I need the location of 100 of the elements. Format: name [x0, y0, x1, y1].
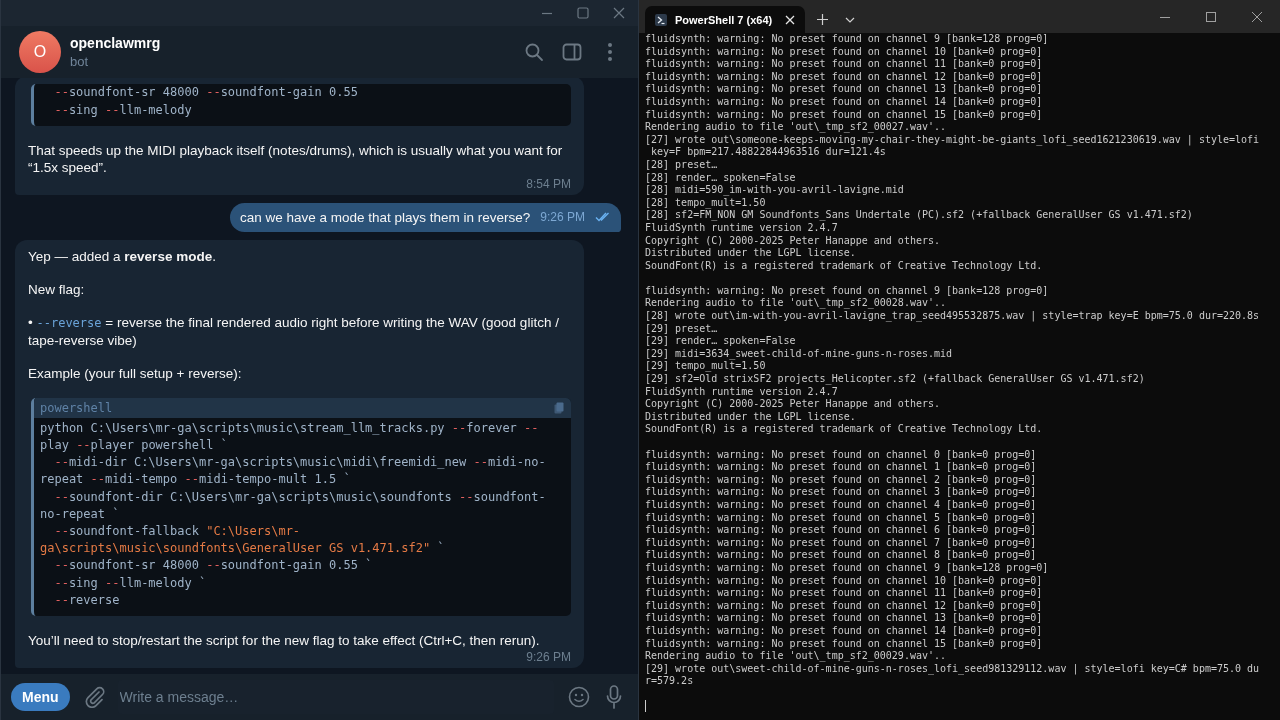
terminal-line: Copyright (C) 2000-2025 Peter Hanappe and others.	[645, 398, 941, 411]
code-language: powershell	[40, 400, 113, 415]
terminal-line: [28] render… spoken=False	[645, 171, 797, 185]
message-text: Yep — added a reverse mode.	[28, 247, 217, 265]
terminal-line: fluidsynth: warning: No preset found on channel 10 [bank=0 prog=0]	[645, 574, 1044, 588]
copy-icon	[554, 401, 564, 414]
terminal-line: [28] sf2=FM_NON GM Soundfonts_Sans Undertale (PC).sf2 (+fallback GeneralUser GS v1.471.sf2)	[645, 209, 1194, 222]
code-line: no-repeat `	[40, 505, 121, 523]
terminal-line: fluidsynth: warning: No preset found on channel 4 [bank=0 prog=0]	[645, 498, 1038, 512]
terminal-line: SoundFont(R) is a registered trademark of Creative Technology Ltd.	[645, 423, 1044, 436]
sidebar-icon	[562, 43, 582, 61]
code-line: --soundfont-sr 48000 --soundfont-gain 0.55	[53, 84, 359, 102]
message-input[interactable]: Write a message…	[119, 687, 548, 707]
chevron-down-icon	[845, 16, 855, 23]
terminal-line: Rendering audio to file 'out\_tmp_sf2_00029.wav'..	[645, 650, 948, 663]
message-time: 9:26 PM	[540, 210, 585, 225]
message-text: • --reverse = reverse the final rendered audio right before writing the WAV (good glitch / tape-reverse vibe)	[28, 313, 560, 349]
copy-button[interactable]	[553, 400, 565, 415]
terminal-line: fluidsynth: warning: No preset found on channel 5 [bank=0 prog=0]	[645, 511, 1038, 525]
terminal-line: FluidSynth runtime version 2.4.7	[645, 385, 839, 399]
code-line: --soundfont-sr 48000 --soundfont-gain 0.55 `	[53, 557, 374, 575]
terminal-line: fluidsynth: warning: No preset found on channel 11 [bank=0 prog=0]	[645, 58, 1044, 71]
attach-button[interactable]	[83, 685, 106, 709]
terminal-line: Copyright (C) 2000-2025 Peter Hanappe and others.	[645, 234, 941, 248]
terminal-line: [29] wrote out\sweet-child-of-mine-guns-n-roses_lofi_seed981329112.wav | style=lofi key=C# bpm=75.0 du	[645, 662, 1261, 676]
terminal-line: fluidsynth: warning: No preset found on channel 12 [bank=0 prog=0]	[645, 599, 1044, 613]
code-line: --sing --llm-melody `	[53, 574, 208, 592]
terminal-line: fluidsynth: warning: No preset found on channel 6 [bank=0 prog=0]	[645, 524, 1038, 537]
terminal-line: [28] midi=590_im-with-you-avril-lavigne.mid	[645, 184, 905, 197]
terminal-line: [28] preset…	[645, 158, 719, 172]
menu-button[interactable]: Menu	[11, 683, 70, 711]
plus-icon	[816, 14, 828, 25]
terminal-line: [27] wrote out\someone-keeps-moving-my-chair-they-might-be-giants_lofi_seed1621230619.wav | style=lofi	[645, 133, 1261, 147]
terminal-line: [29] tempo_mult=1.50	[645, 360, 767, 374]
message-time: 9:26 PM	[526, 650, 571, 664]
microphone-icon	[606, 685, 622, 709]
terminal-line: [29] render… spoken=False	[645, 335, 797, 348]
close-icon	[785, 14, 795, 25]
powershell-icon	[655, 13, 667, 26]
terminal-line: Distributed under the LGPL license.	[645, 410, 857, 424]
terminal-line: fluidsynth: warning: No preset found on channel 15 [bank=0 prog=0]	[645, 108, 1044, 122]
terminal-line: fluidsynth: warning: No preset found on channel 12 [bank=0 prog=0]	[645, 70, 1044, 84]
terminal-line: fluidsynth: warning: No preset found on channel 1 [bank=0 prog=0]	[645, 461, 1038, 474]
terminal-line: fluidsynth: warning: No preset found on channel 10 [bank=0 prog=0]	[645, 45, 1044, 59]
code-line: --midi-dir C:\Users\mr-ga\scripts\music\midi\freemidi_new --midi-no-	[53, 454, 547, 472]
code-line: --reverse	[53, 591, 121, 609]
terminal-line: [28] tempo_mult=1.50	[645, 196, 767, 210]
terminal-line: fluidsynth: warning: No preset found on channel 3 [bank=0 prog=0]	[645, 486, 1038, 499]
terminal-line: Rendering audio to file 'out\_tmp_sf2_00028.wav'..	[645, 297, 948, 311]
code-line: python C:\Users\mr-ga\scripts\music\stream_llm_tracks.py --forever --	[40, 419, 540, 437]
terminal-line: fluidsynth: warning: No preset found on channel 13 [bank=0 prog=0]	[645, 83, 1044, 96]
terminal-line: fluidsynth: warning: No preset found on channel 7 [bank=0 prog=0]	[645, 536, 1038, 550]
smiley-icon	[568, 686, 590, 708]
terminal-line: fluidsynth: warning: No preset found on channel 8 [bank=0 prog=0]	[645, 549, 1038, 562]
code-line: ga\scripts\music\soundfonts\GeneralUser GS v1.471.sf2" `	[40, 540, 446, 558]
close-icon	[1252, 11, 1262, 22]
message-text: New flag:	[28, 280, 86, 298]
terminal-line: fluidsynth: warning: No preset found on channel 13 [bank=0 prog=0]	[645, 612, 1044, 625]
terminal-line: [29] midi=3634_sweet-child-of-mine-guns-n-roses.mid	[645, 347, 954, 361]
code-line: play --player powershell `	[40, 436, 229, 454]
search-icon	[524, 42, 544, 62]
message-text: Example (your full setup + reverse):	[28, 364, 243, 382]
maximize-icon	[577, 7, 589, 19]
terminal-line: fluidsynth: warning: No preset found on channel 15 [bank=0 prog=0]	[645, 637, 1044, 651]
terminal-line: Rendering audio to file 'out\_tmp_sf2_00027.wav'..	[645, 121, 948, 134]
terminal-line: SoundFont(R) is a registered trademark of Creative Technology Ltd.	[645, 259, 1044, 273]
terminal-line: r=579.2s	[645, 675, 695, 688]
terminal-line: FluidSynth runtime version 2.4.7	[645, 221, 839, 235]
paperclip-icon	[83, 686, 106, 708]
message-time: 8:54 PM	[526, 176, 571, 191]
terminal-line: fluidsynth: warning: No preset found on channel 9 [bank=128 prog=0]	[645, 561, 1050, 575]
terminal-line: Distributed under the LGPL license.	[645, 247, 857, 260]
chat-status: bot	[70, 54, 90, 69]
microphone-button[interactable]	[604, 685, 624, 709]
message-text: You’ll need to stop/restart the script for the new flag to take effect (Ctrl+C, then rerun).	[28, 632, 541, 649]
message-text: can we have a mode that plays them in reverse?	[239, 209, 531, 225]
maximize-icon	[1206, 11, 1216, 22]
chat-name[interactable]: openclawmrg	[70, 35, 161, 51]
terminal-tab[interactable]: PowerShell 7 (x64)	[645, 6, 805, 33]
terminal-line: fluidsynth: warning: No preset found on channel 14 [bank=0 prog=0]	[645, 95, 1044, 109]
text-cursor	[645, 700, 646, 713]
terminal-line: fluidsynth: warning: No preset found on channel 0 [bank=0 prog=0]	[645, 448, 1038, 462]
terminal-line: fluidsynth: warning: No preset found on channel 11 [bank=0 prog=0]	[645, 587, 1044, 600]
terminal-line: key=F bpm=217.48822844963516 dur=121.4s	[650, 146, 887, 159]
message-text: That speeds up the MIDI playback itself (notes/drums), which is usually what you want for “1.5x speed”.	[28, 141, 564, 176]
terminal-line: [29] sf2=Old strixSF2 projects_Helicopter.sf2 (+fallback GeneralUser GS v1.471.sf2)	[645, 373, 1146, 386]
terminal-line: fluidsynth: warning: No preset found on channel 2 [bank=0 prog=0]	[645, 473, 1038, 487]
terminal-line: [29] preset…	[645, 322, 719, 336]
close-icon	[613, 7, 625, 19]
code-line: --sing --llm-melody	[53, 101, 193, 119]
emoji-button[interactable]	[568, 685, 590, 709]
code-line: --soundfont-fallback "C:\Users\mr-	[53, 523, 302, 540]
close-button[interactable]	[612, 6, 626, 20]
more-icon	[607, 42, 613, 62]
terminal-line: fluidsynth: warning: No preset found on channel 9 [bank=128 prog=0]	[645, 284, 1050, 298]
code-line: repeat --midi-tempo --midi-tempo-mult 1.5 `	[40, 471, 352, 489]
terminal-line: fluidsynth: warning: No preset found on channel 9 [bank=128 prog=0]	[645, 33, 1050, 46]
code-line: --soundfont-dir C:\Users\mr-ga\scripts\music\soundfonts --soundfont-	[53, 488, 547, 506]
terminal-line: fluidsynth: warning: No preset found on channel 14 [bank=0 prog=0]	[645, 624, 1044, 638]
terminal-line: [28] wrote out\im-with-you-avril-lavigne_trap_seed495532875.wav | style=trap key=E bpm=75.0 dur=220.8s	[645, 310, 1261, 323]
